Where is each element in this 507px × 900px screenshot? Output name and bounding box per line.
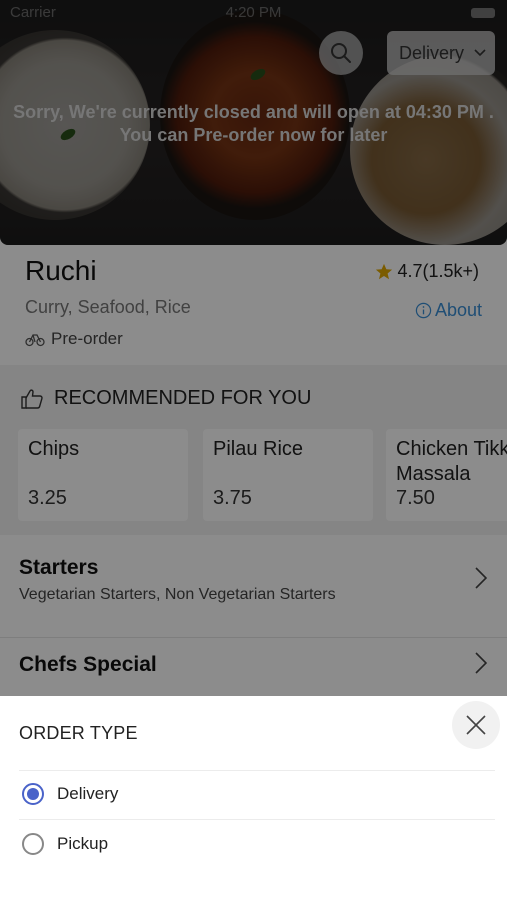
option-label: Delivery [57, 784, 119, 803]
restaurant-page: Carrier 4:20 PM Delivery Sorry, We're cu… [0, 0, 507, 900]
close-button[interactable] [452, 701, 500, 749]
divider [19, 770, 495, 771]
radio-selected[interactable] [22, 783, 44, 805]
radio-unselected[interactable] [22, 833, 44, 855]
divider [19, 819, 495, 820]
option-pickup[interactable]: Pickup [0, 822, 507, 870]
sheet-title: ORDER TYPE [19, 723, 138, 743]
modal-backdrop[interactable] [0, 0, 507, 696]
option-label: Pickup [57, 834, 109, 853]
order-type-sheet: ORDER TYPE Delivery Pickup [0, 696, 507, 900]
option-delivery[interactable]: Delivery [0, 772, 507, 820]
close-icon [466, 715, 486, 735]
